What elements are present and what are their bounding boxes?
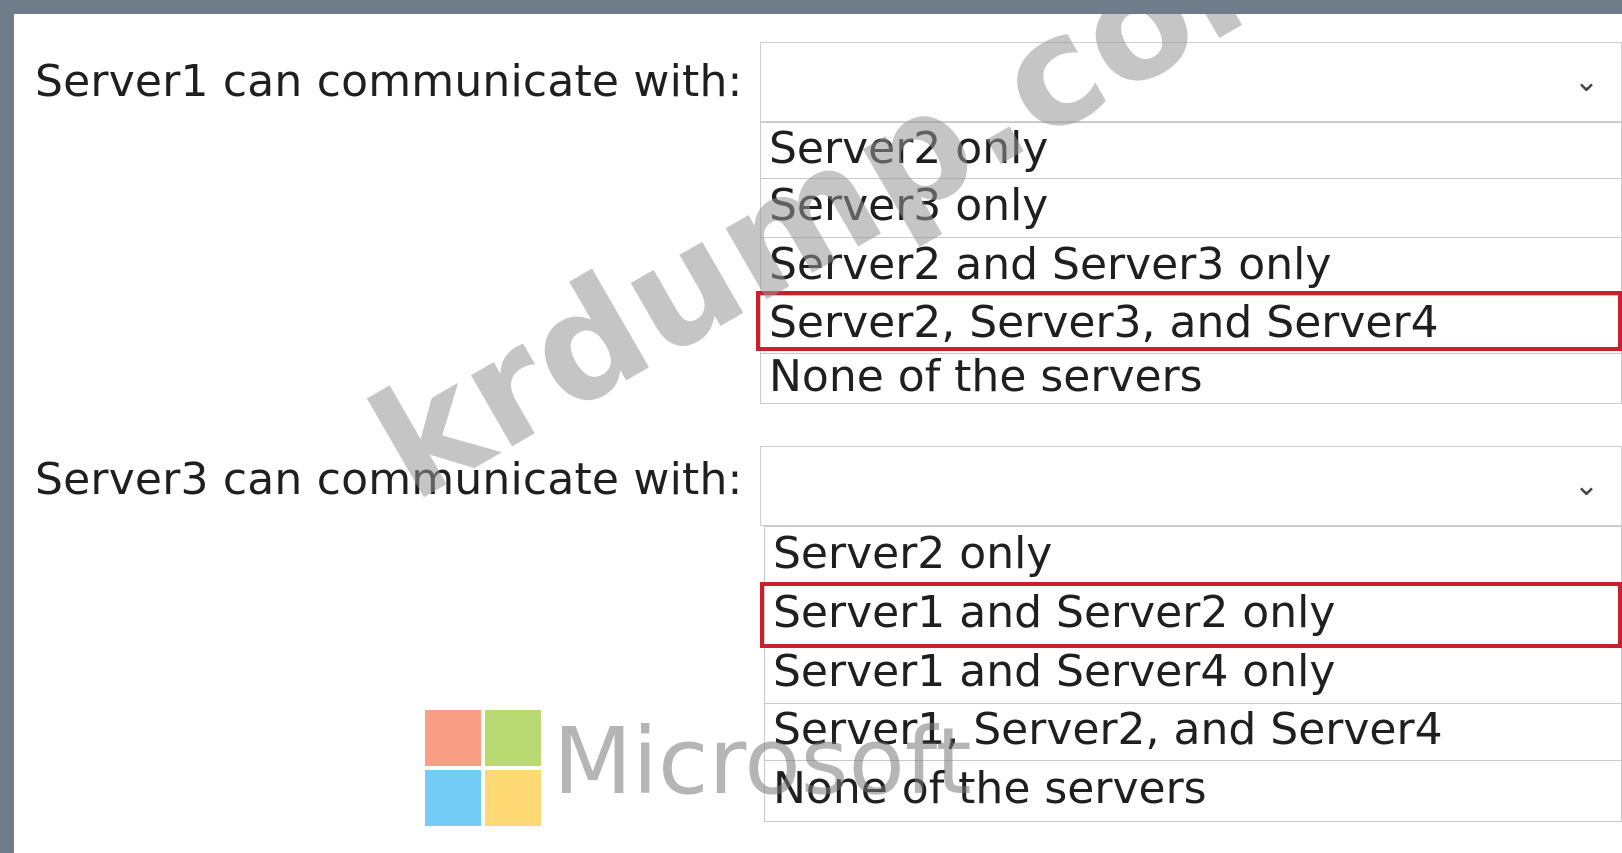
question-2-dropdown[interactable]: ⌄ — [760, 446, 1622, 526]
question-1-option-4[interactable]: Server2, Server3, and Server4 — [760, 295, 1622, 354]
chevron-down-icon: ⌄ — [1573, 468, 1599, 503]
question-2-option-5[interactable]: None of the servers — [764, 760, 1622, 822]
question-1-option-2[interactable]: Server3 only — [760, 178, 1622, 238]
question-2-option-4[interactable]: Server1, Server2, and Server4 — [764, 703, 1622, 761]
logo-square-yellow — [485, 770, 541, 826]
question-1-options: Server2 only Server3 only Server2 and Se… — [760, 122, 1622, 404]
question-1-label: Server1 can communicate with: — [35, 56, 743, 107]
question-2-label: Server3 can communicate with: — [35, 454, 743, 505]
logo-square-blue — [425, 770, 481, 826]
question-1-option-3[interactable]: Server2 and Server3 only — [760, 237, 1622, 296]
logo-square-red — [425, 710, 481, 766]
logo-square-green — [485, 710, 541, 766]
question-1-option-5[interactable]: None of the servers — [760, 353, 1622, 404]
question-2-option-2[interactable]: Server1 and Server2 only — [764, 584, 1622, 645]
answer-area: Server1 can communicate with: ⌄ Server2 … — [14, 14, 1622, 853]
question-1-dropdown[interactable]: ⌄ — [760, 42, 1622, 122]
chevron-down-icon: ⌄ — [1573, 64, 1599, 99]
question-2-option-3[interactable]: Server1 and Server4 only — [764, 644, 1622, 704]
question-1-option-1[interactable]: Server2 only — [760, 122, 1622, 179]
question-2-option-1[interactable]: Server2 only — [764, 526, 1622, 585]
question-2-options: Server2 only Server1 and Server2 only Se… — [764, 526, 1622, 828]
